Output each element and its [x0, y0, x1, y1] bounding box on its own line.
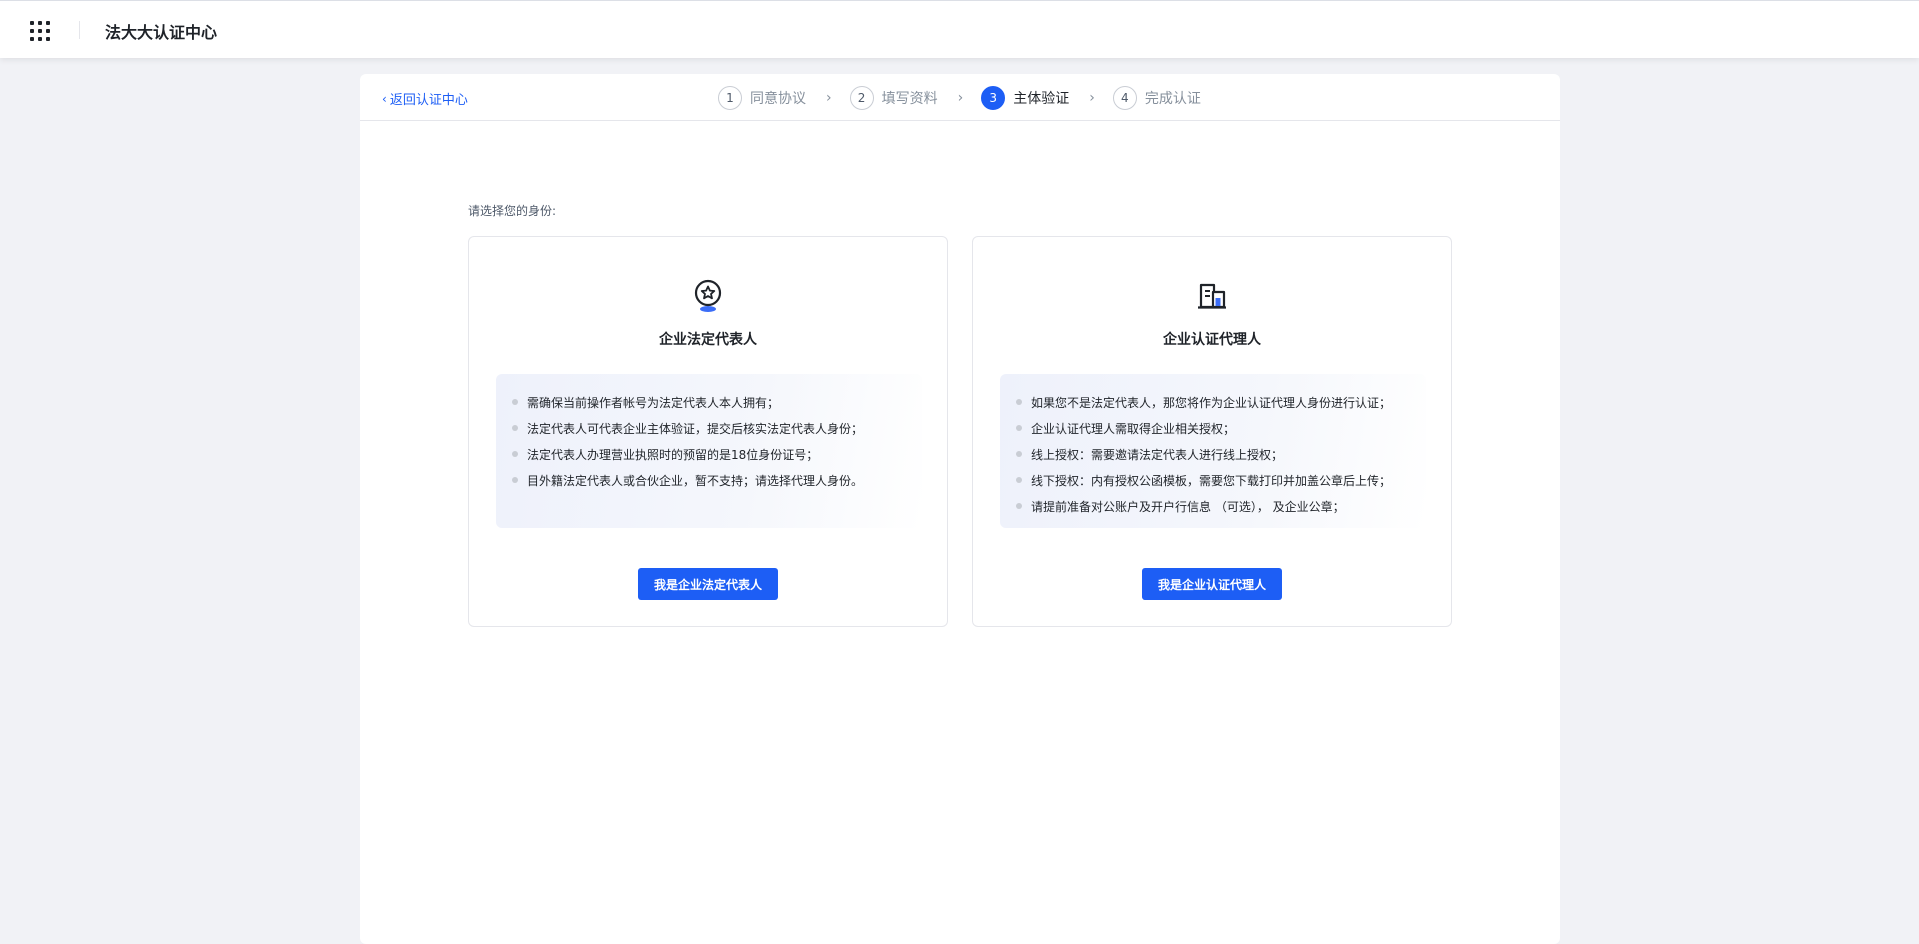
list-item: 线下授权：内有授权公函模板，需要您下载打印并加盖公章后上传；	[1016, 467, 1426, 493]
chevron-left-icon: ‹	[382, 91, 387, 106]
list-item: 企业认证代理人需取得企业相关授权；	[1016, 415, 1426, 441]
app-grid-icon[interactable]	[30, 21, 50, 41]
step-number: 2	[849, 86, 874, 110]
back-to-center-link[interactable]: ‹ 返回认证中心	[382, 89, 468, 109]
list-item: 需确保当前操作者帐号为法定代表人本人拥有；	[512, 389, 922, 415]
list-item: 法定代表人办理营业执照时的预留的是18位身份证号；	[512, 441, 922, 467]
agent-button[interactable]: 我是企业认证代理人	[1141, 568, 1283, 600]
card-title: 企业法定代表人	[659, 332, 757, 348]
page-title: 法大大认证中心	[105, 23, 218, 42]
list-item: 目外籍法定代表人或合伙企业，暂不支持；请选择代理人身份。	[512, 467, 922, 493]
list-item: 线上授权：需要邀请法定代表人进行线上授权；	[1016, 441, 1426, 467]
step-label: 同意协议	[750, 91, 806, 107]
step-label: 填写资料	[881, 91, 938, 107]
info-box: 需确保当前操作者帐号为法定代表人本人拥有； 法定代表人可代表企业主体验证，提交后…	[496, 374, 922, 528]
step-number: 4	[1112, 86, 1137, 110]
identity-prompt: 请选择您的身份:	[468, 204, 557, 218]
step-3: 3 主体验证	[981, 86, 1069, 110]
back-link-label: 返回认证中心	[389, 93, 468, 108]
header-divider	[79, 21, 80, 39]
top-header: 法大大认证中心	[0, 0, 1919, 58]
legal-representative-card: 企业法定代表人 需确保当前操作者帐号为法定代表人本人拥有； 法定代表人可代表企业…	[468, 236, 948, 627]
step-2: 2 填写资料	[849, 86, 938, 110]
step-number: 3	[981, 86, 1006, 110]
agent-card: 企业认证代理人 如果您不是法定代表人，那您将作为企业认证代理人身份进行认证； 企…	[972, 236, 1452, 627]
step-number: 1	[718, 86, 742, 110]
step-label: 完成认证	[1144, 91, 1201, 107]
main-panel: ‹ 返回认证中心 1 同意协议 › 2 填写资料 › 3 主体验证 › 4 完成…	[360, 74, 1560, 944]
step-bar: ‹ 返回认证中心 1 同意协议 › 2 填写资料 › 3 主体验证 › 4 完成…	[360, 74, 1560, 121]
steps: 1 同意协议 › 2 填写资料 › 3 主体验证 › 4 完成认证	[718, 86, 1201, 110]
legal-representative-button[interactable]: 我是企业法定代表人	[637, 568, 779, 600]
building-icon	[1196, 279, 1228, 313]
list-item: 法定代表人可代表企业主体验证，提交后核实法定代表人身份；	[512, 415, 922, 441]
chevron-right-icon: ›	[826, 90, 832, 106]
step-1: 1 同意协议	[718, 86, 806, 110]
badge-star-icon	[692, 279, 724, 313]
info-box: 如果您不是法定代表人，那您将作为企业认证代理人身份进行认证； 企业认证代理人需取…	[1000, 374, 1426, 528]
list-item: 如果您不是法定代表人，那您将作为企业认证代理人身份进行认证；	[1016, 389, 1426, 415]
step-label: 主体验证	[1013, 91, 1070, 107]
chevron-right-icon: ›	[957, 90, 964, 106]
step-4: 4 完成认证	[1112, 86, 1201, 110]
chevron-right-icon: ›	[1089, 90, 1095, 106]
card-title: 企业认证代理人	[1163, 332, 1261, 348]
list-item: 请提前准备对公账户及开户行信息 （可选）， 及企业公章；	[1016, 493, 1426, 519]
